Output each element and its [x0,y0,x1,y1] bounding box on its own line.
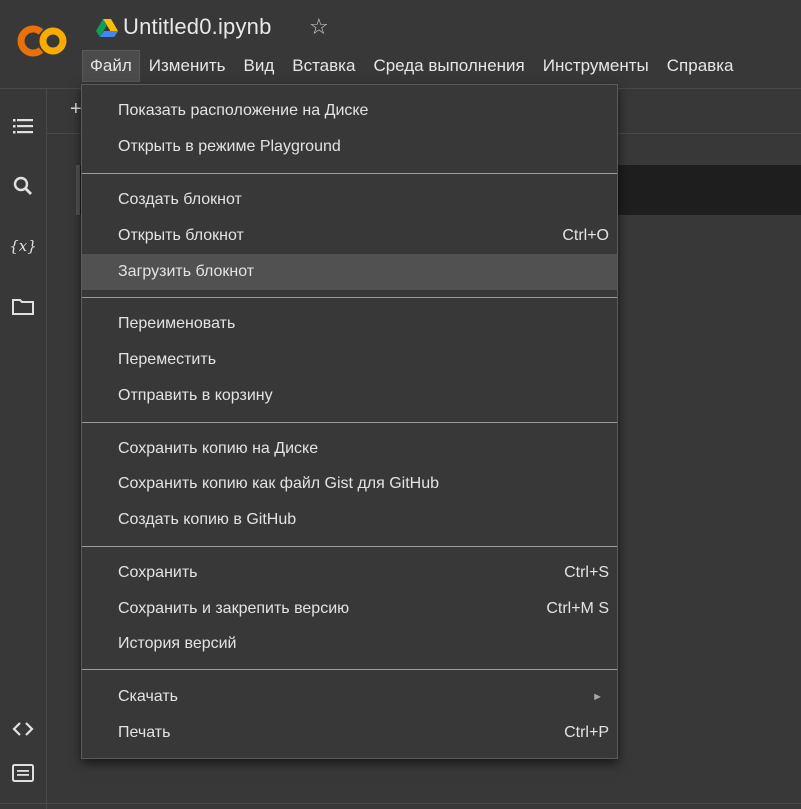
menu-separator [82,669,617,670]
menu-new-notebook[interactable]: Создать блокнот [82,182,617,218]
menu-print[interactable]: Печать Ctrl+P [82,715,617,751]
menu-move[interactable]: Переместить [82,342,617,378]
menu-move-to-trash[interactable]: Отправить в корзину [82,378,617,414]
menu-show-in-drive[interactable]: Показать расположение на Диске [82,93,617,129]
menu-item-shortcut: Ctrl+S [564,564,609,581]
file-menu-dropdown: Показать расположение на Диске Открыть в… [81,84,618,759]
menu-copy-to-github[interactable]: Создать копию в GitHub [82,502,617,538]
menu-item-shortcut: Ctrl+M S [546,600,609,617]
search-icon[interactable] [11,174,35,198]
folder-icon[interactable] [11,295,35,319]
menu-file[interactable]: Файл [82,50,140,82]
menu-item-label: Показать расположение на Диске [118,102,369,119]
terminal-icon[interactable] [11,761,35,785]
submenu-arrow-icon: ► [592,691,603,703]
menu-open-notebook[interactable]: Открыть блокнот Ctrl+O [82,218,617,254]
variables-icon[interactable]: {x} [11,234,35,258]
menu-item-label: Создать копию в GitHub [118,511,297,528]
colab-logo[interactable] [14,24,70,58]
menu-rename[interactable]: Переименовать [82,306,617,342]
menu-item-label: История версий [118,635,237,652]
menu-item-label: Открыть блокнот [118,227,244,244]
menu-item-label: Сохранить копию как файл Gist для GitHub [118,475,440,492]
menu-item-label: Отправить в корзину [118,387,273,404]
menu-separator [82,546,617,547]
menu-tools[interactable]: Инструменты [534,50,658,82]
menu-separator [82,297,617,298]
menu-edit[interactable]: Изменить [140,50,235,82]
menu-item-label: Переместить [118,351,217,368]
menu-item-shortcut: Ctrl+O [562,227,609,244]
menu-help[interactable]: Справка [658,50,743,82]
menu-item-label: Загрузить блокнот [118,263,255,280]
menu-runtime[interactable]: Среда выполнения [364,50,533,82]
menu-separator [82,422,617,423]
header: Untitled0.ipynb ☆ Файл Изменить Вид Вста… [0,0,801,89]
menu-revision-history[interactable]: История версий [82,626,617,662]
menu-insert[interactable]: Вставка [283,50,364,82]
menu-separator [82,173,617,174]
svg-text:{x}: {x} [11,237,35,255]
star-icon[interactable]: ☆ [309,14,329,40]
menu-save-copy-gist[interactable]: Сохранить копию как файл Gist для GitHub [82,466,617,502]
menu-open-playground[interactable]: Открыть в режиме Playground [82,129,617,165]
google-drive-icon[interactable] [96,18,118,38]
left-sidebar: {x} [0,89,47,809]
table-of-contents-icon[interactable] [11,114,35,138]
status-divider [0,803,801,804]
menu-view[interactable]: Вид [234,50,283,82]
menu-item-label: Переименовать [118,315,236,332]
menu-upload-notebook[interactable]: Загрузить блокнот [82,254,617,290]
menu-item-label: Сохранить [118,564,198,581]
menu-item-label: Скачать [118,688,178,705]
notebook-title[interactable]: Untitled0.ipynb [123,14,272,40]
add-code-button[interactable]: + [70,98,82,121]
menubar: Файл Изменить Вид Вставка Среда выполнен… [82,50,742,84]
menu-save-copy-drive[interactable]: Сохранить копию на Диске [82,431,617,467]
menu-item-label: Создать блокнот [118,191,242,208]
menu-save-and-pin[interactable]: Сохранить и закрепить версию Ctrl+M S [82,591,617,627]
menu-item-label: Сохранить копию на Диске [118,440,319,457]
menu-item-label: Открыть в режиме Playground [118,138,341,155]
menu-save[interactable]: Сохранить Ctrl+S [82,555,617,591]
menu-item-shortcut: Ctrl+P [564,724,609,741]
menu-item-label: Печать [118,724,171,741]
code-snippets-icon[interactable] [11,717,35,741]
menu-item-label: Сохранить и закрепить версию [118,600,350,617]
menu-download[interactable]: Скачать ► [82,679,617,715]
